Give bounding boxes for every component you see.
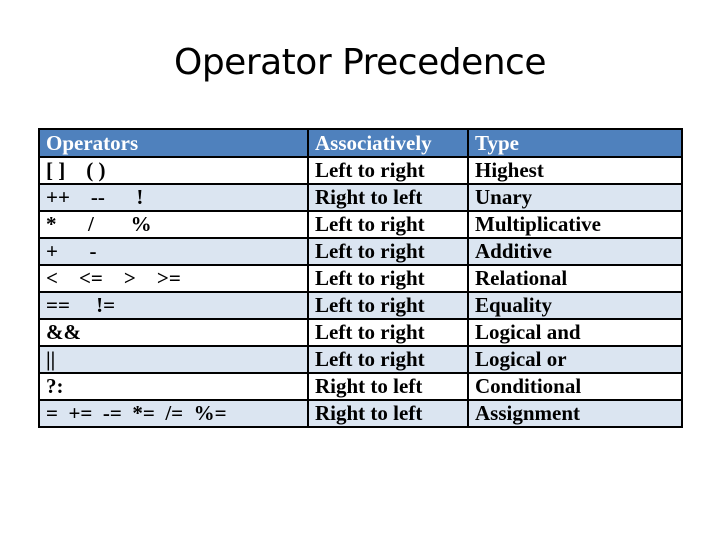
type-cell: Equality	[467, 291, 683, 320]
operators-cell: = += -= *= /= %=	[38, 399, 309, 428]
operators-cell: ?:	[38, 372, 309, 401]
type-cell: Assignment	[467, 399, 683, 428]
type-cell: Relational	[467, 264, 683, 293]
table-row: [ ] ( ) Left to right Highest	[38, 156, 683, 185]
associativity-cell: Right to left	[307, 372, 469, 401]
table-header-row: Operators Associatively Type	[38, 128, 683, 158]
operators-cell: ||	[38, 345, 309, 374]
slide-title: Operator Precedence	[173, 42, 547, 83]
associativity-cell: Right to left	[307, 399, 469, 428]
table-row: + - Left to right Additive	[38, 237, 683, 266]
operators-cell: [ ] ( )	[38, 156, 309, 185]
table-row: || Left to right Logical or	[38, 345, 683, 374]
table-row: < <= > >= Left to right Relational	[38, 264, 683, 293]
associativity-cell: Left to right	[307, 210, 469, 239]
table-row: && Left to right Logical and	[38, 318, 683, 347]
type-cell: Unary	[467, 183, 683, 212]
header-type: Type	[467, 128, 683, 158]
table-row: ++ -- ! Right to left Unary	[38, 183, 683, 212]
associativity-cell: Left to right	[307, 345, 469, 374]
header-operators: Operators	[38, 128, 309, 158]
type-cell: Multiplicative	[467, 210, 683, 239]
type-cell: Highest	[467, 156, 683, 185]
associativity-cell: Left to right	[307, 291, 469, 320]
associativity-cell: Right to left	[307, 183, 469, 212]
operators-cell: + -	[38, 237, 309, 266]
associativity-cell: Left to right	[307, 318, 469, 347]
type-cell: Logical or	[467, 345, 683, 374]
operators-cell: < <= > >=	[38, 264, 309, 293]
table-row: = += -= *= /= %= Right to left Assignment	[38, 399, 683, 428]
operators-cell: &&	[38, 318, 309, 347]
type-cell: Additive	[467, 237, 683, 266]
operators-cell: == !=	[38, 291, 309, 320]
associativity-cell: Left to right	[307, 156, 469, 185]
type-cell: Logical and	[467, 318, 683, 347]
associativity-cell: Left to right	[307, 237, 469, 266]
table-row: == != Left to right Equality	[38, 291, 683, 320]
header-associativity: Associatively	[307, 128, 469, 158]
table-row: * / % Left to right Multiplicative	[38, 210, 683, 239]
associativity-cell: Left to right	[307, 264, 469, 293]
operators-cell: * / %	[38, 210, 309, 239]
type-cell: Conditional	[467, 372, 683, 401]
operators-cell: ++ -- !	[38, 183, 309, 212]
operator-precedence-table: Operators Associatively Type [ ] ( ) Left…	[38, 128, 683, 428]
table-row: ?: Right to left Conditional	[38, 372, 683, 401]
